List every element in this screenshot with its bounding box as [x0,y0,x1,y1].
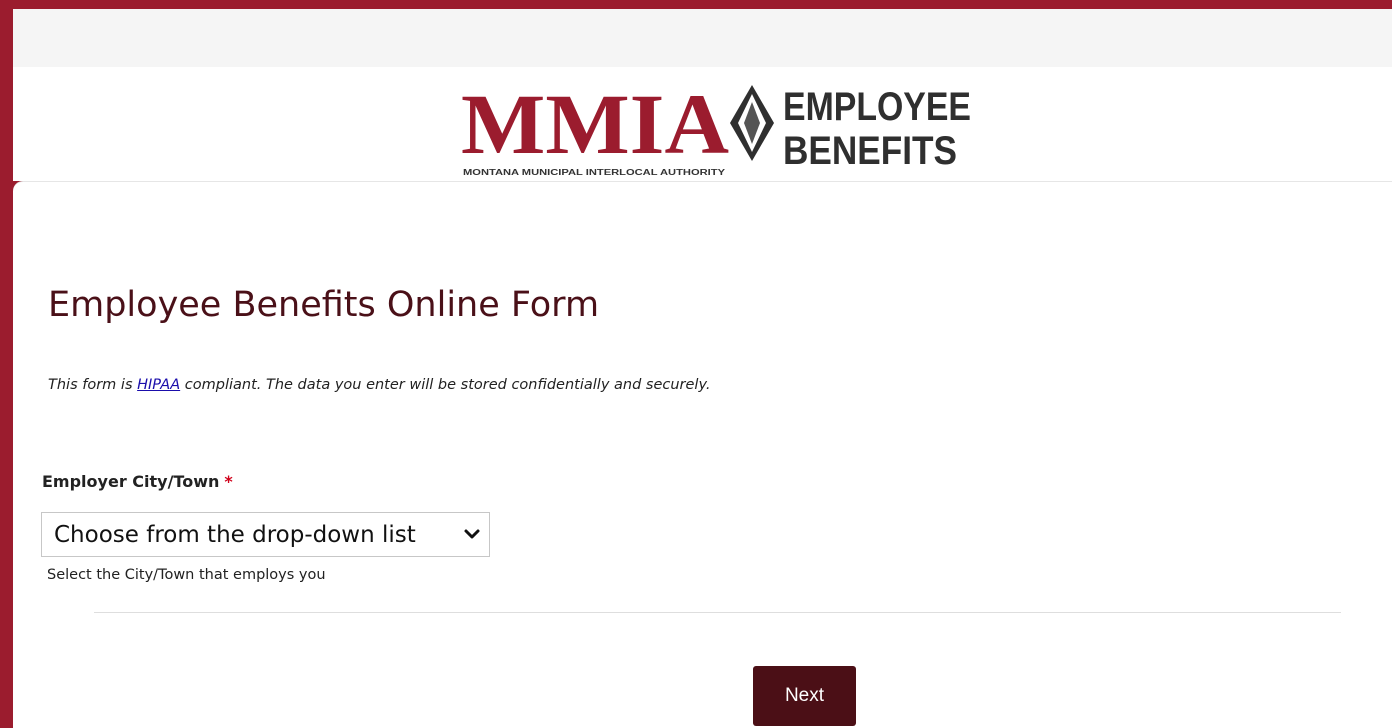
chevron-down-icon [464,529,480,539]
select-value: Choose from the drop-down list [54,521,416,548]
logo-subtitle: MONTANA MUNICIPAL INTERLOCAL AUTHORITY [463,168,726,177]
logo-right-line1: EMPLOYEE [783,85,971,129]
employer-city-select[interactable]: Choose from the drop-down list [41,512,490,557]
top-bar [13,9,1392,67]
notice-suffix: compliant. The data you enter will be st… [180,377,711,393]
diamond-emblem-icon [730,85,774,161]
notice-prefix: This form is [48,377,138,393]
next-button[interactable]: Next [753,666,856,726]
mmia-logo: MMIA MONTANA MUNICIPAL INTERLOCAL AUTHOR… [461,80,971,177]
logo-main-text: MMIA [461,80,729,172]
employer-city-label: Employer City/Town * [42,472,233,491]
form-divider [94,612,1341,613]
form-card [13,181,1392,728]
hipaa-notice: This form is HIPAA compliant. The data y… [48,377,711,393]
page-title: Employee Benefits Online Form [48,285,600,325]
field-label-text: Employer City/Town [42,472,220,491]
hipaa-link[interactable]: HIPAA [137,377,180,393]
field-help-text: Select the City/Town that employs you [47,567,326,583]
required-indicator: * [224,472,233,491]
logo-right-line2: BENEFITS [783,129,957,173]
